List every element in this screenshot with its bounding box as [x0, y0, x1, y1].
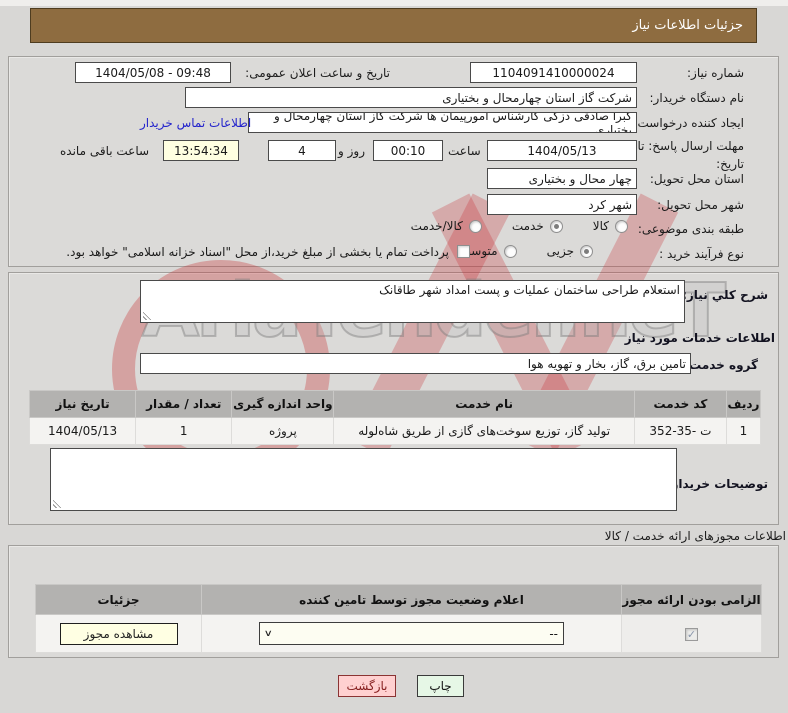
- col-license-status: اعلام وضعیت مجوز توسط تامین کننده: [201, 584, 622, 615]
- delivery-province-value: چهار محال و بختیاری: [528, 171, 632, 186]
- col-need-date: تاریخ نیاز: [28, 390, 137, 418]
- top-strip: [0, 0, 788, 6]
- request-creator-field[interactable]: کبرا صادقی دزکی کارشناس امورپیمان ها شرک…: [248, 112, 637, 133]
- radio-option-partial[interactable]: جزیی: [547, 244, 593, 258]
- services-table-header-row: ردیف کد خدمت نام خدمت واحد اندازه گیری ت…: [28, 390, 762, 418]
- need-number-label: شماره نیاز:: [687, 66, 744, 80]
- radio-icon[interactable]: [615, 219, 628, 233]
- delivery-city-label: شهر محل تحویل:: [657, 198, 744, 212]
- resize-grip-icon[interactable]: [143, 311, 152, 320]
- request-creator-value: کبرا صادقی دزکی کارشناس امورپیمان ها شرک…: [273, 112, 632, 133]
- delivery-city-field[interactable]: شهر کرد: [487, 194, 637, 215]
- service-name: تولید گاز، توزیع سوخت‌های گازی از طریق ش…: [333, 417, 635, 445]
- licenses-table-header-row: الزامی بودن ارائه مجوز اعلام وضعیت مجوز …: [35, 584, 762, 615]
- process-type-radio-group: جزیی متوسط: [460, 244, 593, 258]
- buyer-org-field[interactable]: شرکت گاز استان چهارمحال و بختیاری: [185, 87, 637, 108]
- radio-label: جزیی: [546, 244, 574, 258]
- chevron-down-icon: ∨: [263, 628, 273, 639]
- buyer-org-value: شرکت گاز استان چهارمحال و بختیاری: [442, 90, 632, 105]
- classification-label: طبقه بندی موضوعی:: [637, 222, 744, 236]
- service-group-field[interactable]: تامین برق، گاز، بخار و تهویه هوا: [140, 353, 691, 374]
- col-row-number: ردیف: [725, 390, 762, 418]
- license-required-checkbox-icon[interactable]: [685, 627, 698, 641]
- service-need-date: 1404/05/13: [28, 417, 137, 445]
- service-quantity: 1: [135, 417, 233, 445]
- view-license-button[interactable]: مشاهده مجوز: [59, 622, 178, 645]
- back-button[interactable]: بازگشت: [338, 675, 396, 697]
- deadline-time-field[interactable]: 00:10: [373, 140, 443, 161]
- services-table: ردیف کد خدمت نام خدمت واحد اندازه گیری ت…: [28, 390, 762, 445]
- services-section-title: اطلاعات خدمات مورد نیاز: [624, 331, 775, 345]
- delivery-province-label: استان محل تحویل:: [649, 172, 744, 186]
- need-number-value: 1104091410000024: [492, 65, 615, 80]
- announce-datetime-value: 1404/05/08 - 09:48: [95, 65, 211, 80]
- licenses-table: الزامی بودن ارائه مجوز اعلام وضعیت مجوز …: [35, 584, 762, 653]
- radio-label: کالا: [592, 219, 609, 233]
- radio-label: کالا/خدمت: [410, 219, 463, 233]
- resize-grip-icon[interactable]: [53, 499, 62, 508]
- checkbox-icon[interactable]: [457, 245, 470, 258]
- licenses-section-title: اطلاعات مجوزهای ارائه خدمت / کالا: [604, 529, 786, 543]
- service-code: 352-35- ت: [633, 417, 727, 445]
- buyer-contact-link[interactable]: اطلاعات تماس خریدار: [140, 116, 251, 130]
- col-service-name: نام خدمت: [333, 390, 635, 418]
- service-group-value: تامین برق، گاز، بخار و تهویه هوا: [527, 356, 686, 371]
- license-table-row: -- ∨ مشاهده مجوز: [35, 614, 762, 653]
- license-details-cell: مشاهده مجوز: [35, 614, 202, 653]
- page-title: جزئیات اطلاعات نیاز: [632, 18, 743, 33]
- col-service-code: کد خدمت: [633, 390, 727, 418]
- license-required-cell: [621, 614, 762, 653]
- need-summary-textarea[interactable]: استعلام طراحی ساختمان عملیات و پست امداد…: [140, 280, 685, 323]
- need-summary-label: شرح کلي نیاز:: [682, 288, 768, 302]
- radio-option-goods-service[interactable]: کالا/خدمت: [411, 219, 482, 233]
- radio-label: خدمت: [511, 219, 544, 233]
- radio-icon[interactable]: [468, 219, 482, 233]
- buyer-notes-text: [51, 449, 676, 453]
- delivery-city-value: شهر کرد: [588, 197, 632, 212]
- col-license-required: الزامی بودن ارائه مجوز: [621, 584, 762, 615]
- print-button[interactable]: چاپ: [417, 675, 464, 697]
- deadline-time-value: 00:10: [390, 143, 426, 158]
- days-remaining-value: 4: [298, 143, 306, 158]
- buyer-org-label: نام دستگاه خریدار:: [649, 91, 745, 105]
- service-group-label: گروه خدمت:: [684, 358, 758, 372]
- delivery-province-field[interactable]: چهار محال و بختیاری: [487, 168, 637, 189]
- process-type-label: نوع فرآیند خرید :: [659, 247, 744, 261]
- radio-checked-icon[interactable]: [580, 244, 593, 258]
- hour-label: ساعت: [448, 144, 481, 158]
- request-creator-label: ایجاد کننده درخواست:: [633, 116, 744, 130]
- license-status-value: --: [549, 626, 558, 641]
- reply-deadline-label: مهلت ارسال پاسخ: تا تاریخ:: [637, 139, 744, 171]
- deadline-date-field[interactable]: 1404/05/13: [487, 140, 637, 161]
- classification-radio-group: کالا خدمت کالا/خدمت: [411, 219, 628, 233]
- radio-option-goods[interactable]: کالا: [593, 219, 628, 233]
- service-unit: پروژه: [231, 417, 335, 445]
- license-status-cell: -- ∨: [201, 614, 622, 653]
- page-title-bar: جزئیات اطلاعات نیاز: [30, 8, 757, 43]
- radio-icon[interactable]: [503, 244, 517, 258]
- hours-remaining-label: ساعت باقی مانده: [60, 144, 150, 158]
- time-remaining-value: 13:54:34: [174, 143, 228, 158]
- service-row-number: 1: [725, 417, 762, 445]
- deadline-date-value: 1404/05/13: [527, 143, 597, 158]
- announce-datetime-field[interactable]: 1404/05/08 - 09:48: [75, 62, 231, 83]
- license-status-select[interactable]: -- ∨: [259, 622, 564, 645]
- need-number-field[interactable]: 1104091410000024: [470, 62, 637, 83]
- days-and-label: روز و: [338, 144, 365, 158]
- radio-checked-icon[interactable]: [549, 219, 563, 233]
- col-quantity: تعداد / مقدار: [135, 390, 233, 418]
- buyer-notes-textarea[interactable]: [50, 448, 677, 511]
- service-table-row: 1 352-35- ت تولید گاز، توزیع سوخت‌های گا…: [28, 417, 762, 445]
- announce-datetime-label: تاریخ و ساعت اعلان عمومی:: [245, 66, 390, 80]
- col-details: جزئیات: [35, 584, 202, 615]
- need-details-page: جزئیات اطلاعات نیاز AriaTender.neT شماره…: [0, 0, 788, 713]
- radio-option-service[interactable]: خدمت: [512, 219, 563, 233]
- col-unit: واحد اندازه گیری: [231, 390, 335, 418]
- treasury-payment-option[interactable]: پرداخت تمام یا بخشی از مبلغ خرید،از محل …: [55, 245, 470, 259]
- time-remaining-field[interactable]: 13:54:34: [163, 140, 239, 161]
- treasury-payment-label: پرداخت تمام یا بخشی از مبلغ خرید،از محل …: [66, 245, 449, 259]
- buyer-notes-label: توضیحات خریدار:: [666, 477, 768, 491]
- need-summary-text: استعلام طراحی ساختمان عملیات و پست امداد…: [379, 283, 680, 297]
- days-remaining-field[interactable]: 4: [268, 140, 336, 161]
